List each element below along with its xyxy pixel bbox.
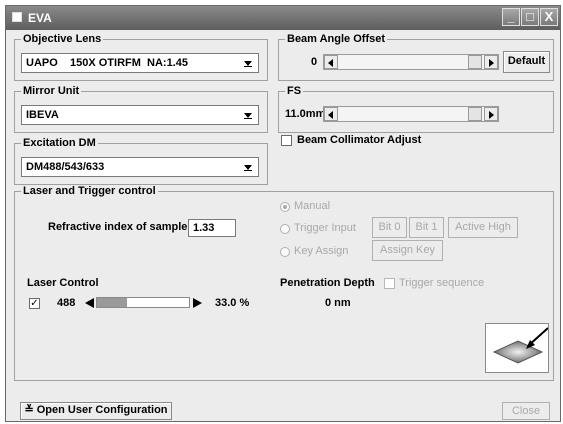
laser-trigger-group: Laser and Trigger control Refractive ind… — [14, 185, 554, 381]
laser-power-track[interactable] — [96, 297, 190, 308]
fs-legend: FS — [285, 85, 304, 97]
default-button[interactable]: Default — [503, 51, 550, 73]
bit1-button[interactable]: Bit 1 — [409, 217, 444, 238]
close-window-button[interactable]: X — [540, 8, 558, 26]
fs-slider[interactable] — [323, 106, 499, 122]
fs-value: 11.0mm — [285, 108, 326, 120]
title-bar[interactable]: EVA _ □ X — [6, 6, 560, 30]
trigger-sequence-label: Trigger sequence — [399, 277, 485, 289]
beam-angle-value: 0 — [311, 56, 318, 68]
mirror-unit-value: IBEVA — [26, 109, 59, 121]
objective-lens-legend: Objective Lens — [21, 33, 104, 45]
slider-left-arrow-icon[interactable] — [85, 298, 94, 308]
penetration-depth-label: Penetration Depth — [280, 277, 375, 289]
laser-wavelength: 488 — [57, 297, 76, 309]
scroll-left-arrow-icon[interactable] — [324, 107, 338, 121]
chevron-underline-icon — [244, 66, 252, 67]
slider-thumb[interactable] — [468, 55, 482, 69]
scroll-right-arrow-icon[interactable] — [484, 55, 498, 69]
laser-power-slider[interactable] — [85, 296, 203, 310]
key-assign-label: Key Assign — [294, 245, 349, 257]
excitation-dm-value: DM488/543/633 — [26, 161, 105, 173]
laser-trigger-legend: Laser and Trigger control — [21, 185, 158, 197]
manual-label: Manual — [294, 200, 331, 212]
bit0-button[interactable]: Bit 0 — [372, 217, 407, 238]
excitation-dm-group: Excitation DM DM488/543/633 — [14, 137, 268, 185]
mirror-unit-group: Mirror Unit IBEVA — [14, 85, 268, 133]
eva-window: EVA _ □ X Objective Lens UAPO 150X OTIRF… — [5, 5, 561, 422]
window-icon — [12, 12, 22, 22]
beam-angle-slider[interactable] — [323, 54, 499, 70]
trigger-sequence-checkbox[interactable] — [384, 278, 395, 289]
beam-angle-offset-legend: Beam Angle Offset — [285, 33, 388, 45]
refractive-index-input[interactable]: 1.33 — [188, 219, 236, 237]
mirror-unit-select[interactable]: IBEVA — [21, 105, 259, 125]
window-title: EVA — [28, 11, 52, 25]
open-user-config-label: Open User Configuration — [36, 404, 168, 416]
beam-preview-panel — [485, 323, 549, 373]
excitation-dm-legend: Excitation DM — [21, 137, 98, 149]
mirror-unit-legend: Mirror Unit — [21, 85, 82, 97]
trigger-input-label: Trigger Input — [294, 222, 356, 234]
refractive-index-label: Refractive index of sample — [48, 221, 188, 233]
slider-thumb[interactable] — [468, 107, 482, 121]
scroll-right-arrow-icon[interactable] — [484, 107, 498, 121]
laser-power-value: 33.0 % — [215, 297, 250, 309]
manual-radio[interactable] — [280, 202, 290, 212]
beam-collimator-checkbox[interactable] — [281, 135, 292, 146]
sample-plane-icon — [492, 327, 549, 364]
trigger-input-radio[interactable] — [280, 224, 290, 234]
objective-lens-value: UAPO 150X OTIRFM NA:1.45 — [26, 57, 188, 69]
scroll-left-arrow-icon[interactable] — [324, 55, 338, 69]
objective-lens-select[interactable]: UAPO 150X OTIRFM NA:1.45 — [21, 53, 259, 73]
minimize-button[interactable]: _ — [502, 8, 520, 26]
fs-group: FS 11.0mm — [278, 85, 554, 133]
chevron-underline-icon — [244, 170, 252, 171]
key-assign-radio[interactable] — [280, 247, 290, 257]
objective-lens-group: Objective Lens UAPO 150X OTIRFM NA:1.45 — [14, 33, 268, 81]
slider-right-arrow-icon[interactable] — [193, 298, 202, 308]
double-chevron-down-icon: ≚ — [24, 404, 37, 416]
beam-collimator-label: Beam Collimator Adjust — [297, 134, 422, 146]
chevron-underline-icon — [244, 118, 252, 119]
open-user-config-button[interactable]: ≚ Open User Configuration — [20, 402, 172, 420]
laser-control-label: Laser Control — [27, 277, 99, 289]
active-high-button[interactable]: Active High — [448, 217, 518, 238]
laser-power-fill — [97, 298, 127, 307]
maximize-button[interactable]: □ — [521, 8, 539, 26]
laser-488-checkbox[interactable]: ✓ — [29, 298, 40, 309]
assign-key-button[interactable]: Assign Key — [372, 240, 443, 261]
penetration-depth-value: 0 nm — [325, 297, 351, 309]
client-area: Objective Lens UAPO 150X OTIRFM NA:1.45 … — [6, 30, 560, 421]
excitation-dm-select[interactable]: DM488/543/633 — [21, 157, 259, 177]
beam-angle-offset-group: Beam Angle Offset 0 Default — [278, 33, 554, 81]
close-button[interactable]: Close — [502, 402, 550, 420]
